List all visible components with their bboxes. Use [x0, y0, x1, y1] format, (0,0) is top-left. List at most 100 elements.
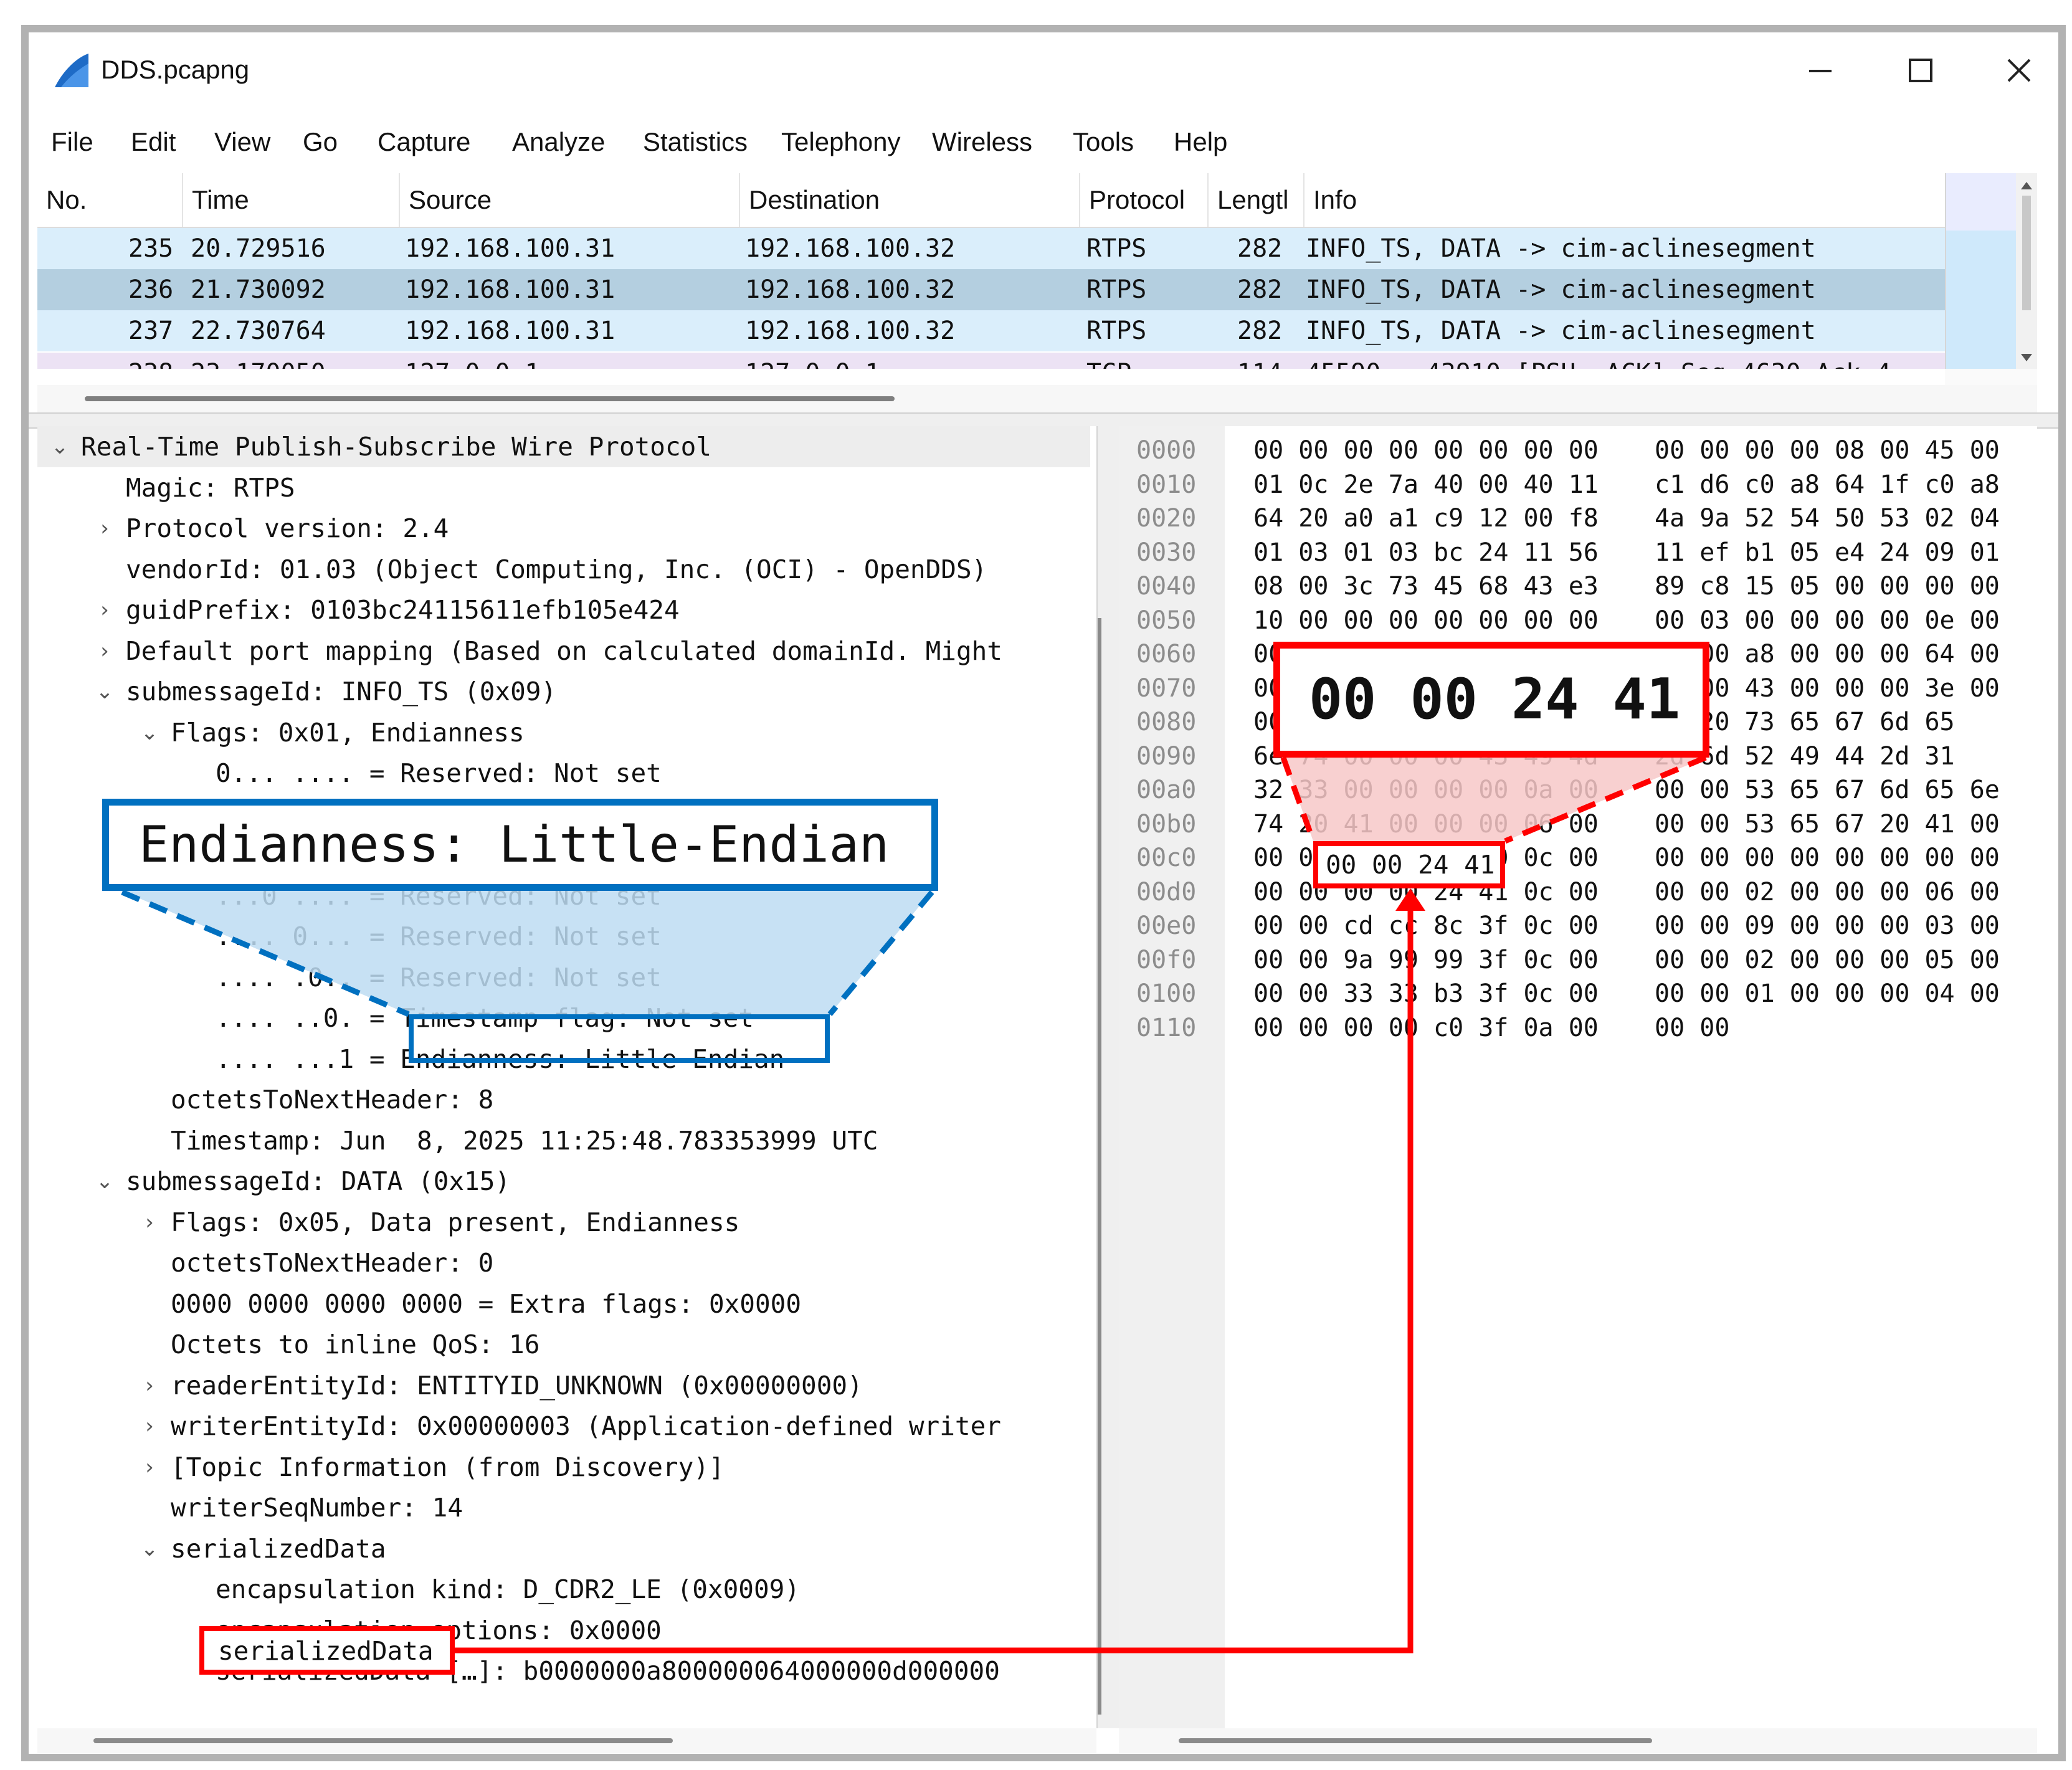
- minimize-button[interactable]: [1785, 46, 1854, 96]
- hex-row[interactable]: 00e0 00 00 cd cc 8c 3f 0c 00 00 00 09 00 0…: [1119, 909, 2037, 943]
- hex-bytes-second-half: c1 d6 c0 a8 64 1f c0 a8: [1655, 470, 2000, 499]
- menu-go[interactable]: Go: [303, 123, 338, 161]
- packet-list-scrollbar[interactable]: [2016, 173, 2037, 369]
- scroll-thumb[interactable]: [85, 396, 895, 401]
- hex-row[interactable]: 0020 64 20 a0 a1 c9 12 00 f8 4a 9a 52 54 5…: [1119, 502, 2037, 535]
- tree-row[interactable]: octetsToNextHeader: 8: [37, 1079, 1096, 1120]
- tree-row[interactable]: octetsToNextHeader: 0: [37, 1242, 1096, 1283]
- cell-time: 20.729516: [191, 234, 326, 263]
- packet-list-horizontal-scroll[interactable]: [37, 385, 2037, 412]
- menu-file[interactable]: File: [51, 123, 93, 161]
- chevron-right-icon[interactable]: ›: [92, 630, 117, 672]
- tree-row-label: writerEntityId: 0x00000003 (Application-…: [171, 1411, 1001, 1441]
- menu-wireless[interactable]: Wireless: [932, 123, 1032, 161]
- hex-offset: 0050: [1136, 606, 1197, 635]
- bytes-horizontal-scroll[interactable]: [1119, 1728, 2037, 1753]
- tree-row[interactable]: .... 0... = Reserved: Not set: [37, 916, 1096, 957]
- packet-minimap[interactable]: [1945, 173, 2016, 369]
- hex-row[interactable]: 0010 01 0c 2e 7a 40 00 40 11 c1 d6 c0 a8 6…: [1119, 468, 2037, 502]
- menu-capture[interactable]: Capture: [378, 123, 470, 161]
- hex-bytes-first-half: 10 00 00 00 00 00 00 00: [1253, 606, 1599, 635]
- hex-bytes-highlight-box: 00 00 24 41: [1313, 841, 1505, 888]
- menu-tools[interactable]: Tools: [1073, 123, 1134, 161]
- tree-row[interactable]: ⌄ Flags: 0x01, Endianness: [37, 712, 1096, 753]
- tree-row[interactable]: 0... .... = Reserved: Not set: [37, 753, 1096, 794]
- packet-row[interactable]: 237 22.730764 192.168.100.31 192.168.100…: [37, 310, 1945, 351]
- hex-row[interactable]: 00a0 32 33 00 00 00 00 0a 00 00 00 53 65 6…: [1119, 773, 2037, 807]
- column-protocol[interactable]: Protocol: [1079, 173, 1207, 227]
- hex-offset: 00d0: [1136, 877, 1197, 906]
- scroll-thumb[interactable]: [93, 1738, 673, 1743]
- menu-statistics[interactable]: Statistics: [643, 123, 748, 161]
- hex-row[interactable]: 0030 01 03 01 03 bc 24 11 56 11 ef b1 05 e…: [1119, 536, 2037, 569]
- hex-row[interactable]: 00c000 00 00 00 00 00 0c 0000 00 00 00 0…: [1119, 841, 2037, 875]
- menu-edit[interactable]: Edit: [131, 123, 176, 161]
- details-scroll-thumb[interactable]: [1098, 618, 1101, 1715]
- hex-bytes-first-half: 00 00 33 33 b3 3f 0c 00: [1253, 979, 1599, 1008]
- tree-row[interactable]: Octets to inline QoS: 16: [37, 1324, 1096, 1365]
- tree-row[interactable]: › Default port mapping (Based on calculat…: [37, 630, 1096, 672]
- tree-row[interactable]: serializedData […]: b0000000a80000006400…: [37, 1650, 1096, 1691]
- tree-row[interactable]: ⌄ Real-Time Publish-Subscribe Wire Protoc…: [37, 426, 1090, 467]
- chevron-right-icon[interactable]: ›: [137, 1365, 162, 1406]
- hex-row[interactable]: 0110 00 00 00 00 c0 3f 0a 00 00 00: [1119, 1011, 2037, 1045]
- tree-row[interactable]: › writerEntityId: 0x00000003 (Application…: [37, 1406, 1096, 1447]
- maximize-button[interactable]: [1886, 46, 1955, 96]
- tree-row[interactable]: writerSeqNumber: 14: [37, 1487, 1096, 1528]
- column-info[interactable]: Info: [1303, 173, 1945, 227]
- tree-row[interactable]: › Protocol version: 2.4: [37, 508, 1096, 549]
- hex-row[interactable]: 0050 10 00 00 00 00 00 00 00 00 03 00 00 0…: [1119, 604, 2037, 637]
- chevron-right-icon[interactable]: ›: [137, 1406, 162, 1447]
- chevron-down-icon[interactable]: ⌄: [137, 1528, 162, 1569]
- hex-bytes-first-half: 00 00 00 00 00 00 00 00: [1253, 436, 1599, 465]
- hex-offset: 00c0: [1136, 844, 1197, 872]
- packet-row-selected[interactable]: 236 21.730092 192.168.100.31 192.168.100…: [37, 269, 1945, 310]
- menu-analyze[interactable]: Analyze: [512, 123, 605, 161]
- chevron-right-icon[interactable]: ›: [137, 1202, 162, 1243]
- menu-telephony[interactable]: Telephony: [781, 123, 900, 161]
- packet-list-vertical-scroll[interactable]: [1945, 173, 2037, 385]
- hex-row[interactable]: 0000 00 00 00 00 00 00 00 00 00 00 00 00 0…: [1119, 434, 2037, 467]
- cell-destination: 127.0.0.1: [745, 353, 880, 369]
- tree-row[interactable]: ⌄ submessageId: INFO_TS (0x09): [37, 671, 1096, 712]
- hex-row[interactable]: 00f0 00 00 9a 99 99 3f 0c 00 00 00 02 00 0…: [1119, 943, 2037, 977]
- column-no[interactable]: No.: [37, 173, 182, 227]
- tree-row-label: vendorId: 01.03 (Object Computing, Inc. …: [126, 554, 987, 584]
- chevron-right-icon[interactable]: ›: [92, 508, 117, 549]
- window-title: DDS.pcapng: [101, 55, 250, 84]
- column-length[interactable]: Lengtl: [1207, 173, 1303, 227]
- menu-view[interactable]: View: [214, 123, 270, 161]
- hex-row[interactable]: 0100 00 00 33 33 b3 3f 0c 00 00 00 01 00 0…: [1119, 977, 2037, 1011]
- chevron-down-icon[interactable]: ⌄: [137, 712, 162, 753]
- packet-row[interactable]: 235 20.729516 192.168.100.31 192.168.100…: [37, 228, 1945, 269]
- close-button[interactable]: [1985, 46, 2053, 96]
- details-horizontal-scroll[interactable]: [37, 1728, 1096, 1753]
- menu-help[interactable]: Help: [1174, 123, 1227, 161]
- tree-row[interactable]: › readerEntityId: ENTITYID_UNKNOWN (0x000…: [37, 1365, 1096, 1406]
- tree-row[interactable]: Magic: RTPS: [37, 467, 1096, 508]
- chevron-right-icon[interactable]: ›: [137, 1447, 162, 1488]
- packet-row-partial[interactable]: 238 23.170050 127.0.0.1 127.0.0.1 TCP 11…: [37, 353, 1945, 369]
- scroll-thumb[interactable]: [1179, 1738, 1652, 1743]
- hex-row[interactable]: 00b0 74 20 41 00 00 00 06 00 00 00 53 65 6…: [1119, 807, 2037, 841]
- chevron-down-icon[interactable]: ⌄: [92, 671, 117, 712]
- tree-row[interactable]: vendorId: 01.03 (Object Computing, Inc. …: [37, 549, 1096, 590]
- tree-row[interactable]: › Flags: 0x05, Data present, Endianness: [37, 1202, 1096, 1243]
- chevron-down-icon[interactable]: ⌄: [92, 1161, 117, 1202]
- hex-row[interactable]: 00d0 00 00 00 00 24 41 0c 00 00 00 02 00 0…: [1119, 875, 2037, 909]
- tree-row[interactable]: encapsulation kind: D_CDR2_LE (0x0009): [37, 1569, 1096, 1610]
- column-destination[interactable]: Destination: [739, 173, 1079, 227]
- tree-row[interactable]: › guidPrefix: 0103bc24115611efb105e424: [37, 589, 1096, 630]
- tree-row[interactable]: Timestamp: Jun 8, 2025 11:25:48.78335399…: [37, 1120, 1096, 1161]
- tree-row[interactable]: ⌄ serializedData: [37, 1528, 1096, 1569]
- tree-row[interactable]: 0000 0000 0000 0000 = Extra flags: 0x000…: [37, 1283, 1096, 1325]
- chevron-right-icon[interactable]: ›: [92, 589, 117, 630]
- tree-row[interactable]: ⌄ submessageId: DATA (0x15): [37, 1161, 1096, 1202]
- tree-row[interactable]: .... .0.. = Reserved: Not set: [37, 957, 1096, 998]
- tree-row[interactable]: › [Topic Information (from Discovery)]: [37, 1447, 1096, 1488]
- column-time[interactable]: Time: [182, 173, 399, 227]
- column-source[interactable]: Source: [399, 173, 739, 227]
- hex-row[interactable]: 0040 08 00 3c 73 45 68 43 e3 89 c8 15 05 0…: [1119, 569, 2037, 603]
- tree-row[interactable]: encapsulation options: 0x0000: [37, 1610, 1096, 1651]
- chevron-down-icon[interactable]: ⌄: [47, 426, 72, 467]
